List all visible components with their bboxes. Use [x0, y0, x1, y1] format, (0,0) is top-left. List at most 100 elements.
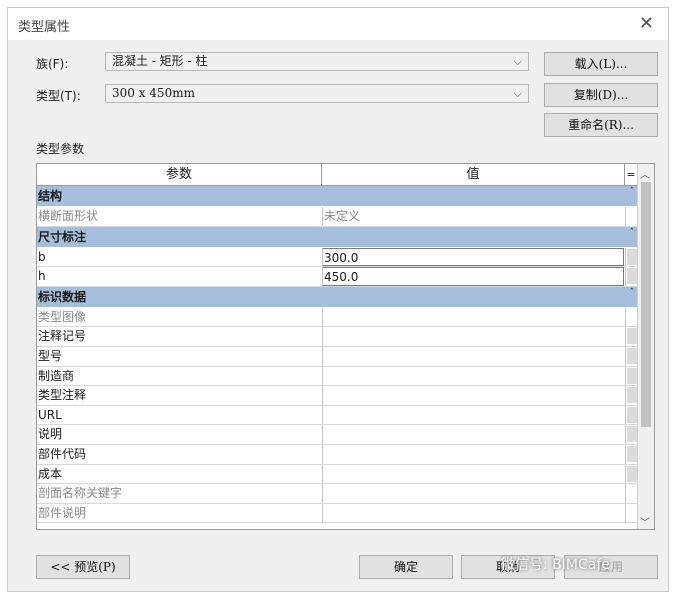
- formula-cell[interactable]: [625, 425, 637, 444]
- table-row[interactable]: b 300.0: [37, 247, 637, 268]
- parameter-value[interactable]: [322, 366, 624, 386]
- parameter-name: 成本: [38, 466, 63, 481]
- window-title: 类型属性: [18, 20, 71, 35]
- parameter-value: [322, 484, 624, 503]
- formula-cell: [625, 503, 637, 523]
- table-row[interactable]: 成本: [37, 464, 637, 485]
- chevron-down-icon[interactable]: ﹀: [640, 514, 650, 529]
- parameter-name: URL: [38, 407, 62, 422]
- table-row[interactable]: 制造商: [37, 366, 637, 387]
- collapse-icon[interactable]: ˆ: [630, 182, 635, 202]
- family-select-value: 混凝土 - 矩形 - 柱: [112, 54, 208, 68]
- group-label: 标识数据: [38, 289, 87, 304]
- family-label: 族(F):: [36, 57, 69, 71]
- rename-button[interactable]: 重命名(R)...: [544, 113, 658, 137]
- chevron-down-icon: ⌵: [513, 87, 522, 100]
- table-row[interactable]: 部件代码: [37, 444, 637, 465]
- formula-cell[interactable]: [625, 405, 637, 425]
- table-row[interactable]: 类型注释: [37, 386, 637, 406]
- parameter-value-input[interactable]: 450.0: [322, 267, 624, 286]
- parameter-name: h: [38, 269, 46, 284]
- duplicate-button[interactable]: 复制(D)...: [544, 83, 658, 107]
- associate-parameter-button[interactable]: [627, 347, 637, 364]
- associate-parameter-button[interactable]: [627, 465, 637, 482]
- formula-cell[interactable]: [625, 464, 637, 484]
- vertical-scrollbar[interactable]: ︿ ﹀: [637, 164, 654, 529]
- title-bar: 类型属性 ✕: [8, 8, 668, 40]
- load-button[interactable]: 载入(L)...: [544, 52, 658, 76]
- table-row[interactable]: 横断面形状 未定义: [37, 207, 637, 227]
- formula-cell[interactable]: [625, 327, 637, 346]
- type-parameters-label: 类型参数: [36, 142, 85, 156]
- close-icon[interactable]: ✕: [639, 13, 654, 34]
- watermark: 微信号: BIMCafe: [501, 557, 610, 573]
- parameter-value[interactable]: [322, 327, 624, 346]
- parameter-value: [322, 307, 624, 327]
- collapse-icon[interactable]: ˆ: [630, 223, 635, 243]
- type-select[interactable]: 300 x 450mm ⌵: [105, 84, 529, 103]
- ok-button[interactable]: 确定: [359, 555, 453, 579]
- parameter-value: [322, 503, 624, 523]
- associate-parameter-button[interactable]: [627, 445, 637, 462]
- parameter-rows: 结构 ˆ 横断面形状 未定义 尺寸标注 ˆ b 300.0 h 450.0 标识数据 ˆ 类…: [37, 186, 637, 524]
- table-row[interactable]: 部件说明: [37, 503, 637, 524]
- formula-cell[interactable]: [625, 346, 637, 366]
- associate-parameter-button[interactable]: [627, 268, 637, 285]
- parameter-name: 剖面名称关键字: [38, 486, 123, 501]
- type-label: 类型(T):: [36, 89, 81, 103]
- parameter-name: 说明: [38, 427, 63, 442]
- formula-cell: [625, 484, 637, 503]
- parameter-name: 类型图像: [38, 309, 87, 324]
- parameter-name: b: [38, 249, 46, 264]
- formula-cell[interactable]: [625, 366, 637, 386]
- table-row[interactable]: 说明: [37, 425, 637, 445]
- formula-cell[interactable]: [625, 386, 637, 405]
- chevron-down-icon: ⌵: [513, 55, 522, 68]
- parameter-value[interactable]: [322, 386, 624, 405]
- parameter-value[interactable]: [322, 346, 624, 366]
- associate-parameter-button[interactable]: [627, 387, 637, 404]
- group-header-structure[interactable]: 结构 ˆ: [37, 186, 637, 207]
- associate-parameter-button[interactable]: [627, 248, 637, 265]
- group-label: 结构: [38, 189, 63, 203]
- parameter-name: 横断面形状: [38, 209, 99, 223]
- formula-cell[interactable]: [625, 444, 637, 464]
- parameter-value: 未定义: [322, 207, 624, 226]
- parameter-name: 类型注释: [38, 388, 87, 403]
- group-header-identity-data[interactable]: 标识数据 ˆ: [37, 286, 637, 308]
- formula-cell[interactable]: [625, 247, 637, 267]
- table-row[interactable]: 剖面名称关键字: [37, 484, 637, 504]
- chevron-up-icon[interactable]: ︿: [640, 166, 650, 181]
- parameter-name: 注释记号: [38, 329, 87, 344]
- table-row[interactable]: 型号: [37, 346, 637, 367]
- table-row[interactable]: 注释记号: [37, 327, 637, 347]
- parameter-value[interactable]: [322, 464, 624, 484]
- column-header-value[interactable]: 值: [322, 164, 625, 186]
- table-row[interactable]: URL: [37, 405, 637, 426]
- parameter-name: 部件说明: [38, 505, 87, 520]
- preview-button[interactable]: << 预览(P): [36, 555, 130, 579]
- parameter-name: 部件代码: [38, 446, 87, 461]
- table-row[interactable]: 类型图像: [37, 307, 637, 328]
- group-label: 尺寸标注: [38, 229, 87, 244]
- scrollbar-thumb[interactable]: [641, 182, 651, 427]
- formula-cell: [625, 307, 637, 327]
- parameter-name: 型号: [38, 348, 63, 363]
- parameter-value[interactable]: [322, 405, 624, 425]
- associate-parameter-button[interactable]: [627, 426, 637, 443]
- parameter-value-input[interactable]: 300.0: [322, 247, 624, 267]
- column-header-parameter[interactable]: 参数: [37, 164, 322, 186]
- type-properties-dialog: 类型属性 ✕ 族(F): 混凝土 - 矩形 - 柱 ⌵ 类型(T): 300 x…: [7, 7, 669, 592]
- group-header-dimensions[interactable]: 尺寸标注 ˆ: [37, 226, 637, 248]
- parameter-value[interactable]: [322, 444, 624, 464]
- associate-parameter-button[interactable]: [627, 328, 637, 345]
- associate-parameter-button[interactable]: [627, 406, 637, 423]
- collapse-icon[interactable]: ˆ: [630, 283, 635, 303]
- parameters-table: 参数 值 = 结构 ˆ 横断面形状 未定义 尺寸标注 ˆ b 300.0 h 450.0 …: [36, 163, 655, 530]
- parameter-name: 制造商: [38, 368, 75, 383]
- type-select-value: 300 x 450mm: [112, 86, 195, 100]
- parameter-value[interactable]: [322, 425, 624, 444]
- associate-parameter-button[interactable]: [627, 367, 637, 384]
- family-select[interactable]: 混凝土 - 矩形 - 柱 ⌵: [105, 52, 529, 71]
- table-row[interactable]: h 450.0: [37, 267, 637, 287]
